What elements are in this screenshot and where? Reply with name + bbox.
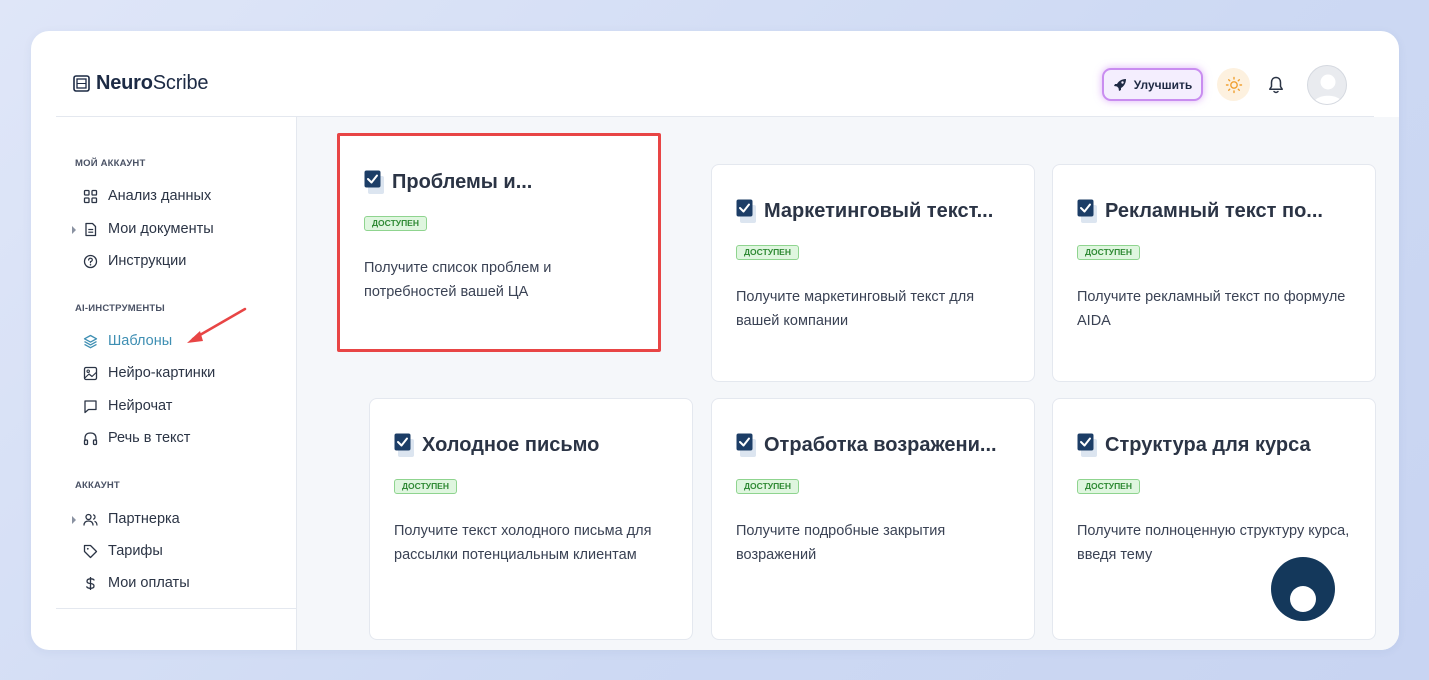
card-header: Рекламный текст по... xyxy=(1077,199,1323,224)
status-badge: ДОСТУПЕН xyxy=(736,245,799,260)
card-header: Структура для курса xyxy=(1077,433,1311,458)
sidebar-item-label: Мои документы xyxy=(108,221,214,237)
checklist-icon xyxy=(364,170,384,194)
logo-light: Scribe xyxy=(152,72,209,94)
status-badge: ДОСТУПЕН xyxy=(1077,479,1140,494)
card-title: Проблемы и... xyxy=(392,171,533,193)
status-badge: ДОСТУПЕН xyxy=(736,479,799,494)
card-title: Холодное письмо xyxy=(422,434,600,456)
dollar-icon xyxy=(86,576,95,590)
template-card[interactable]: Рекламный текст по... ДОСТУПЕН Получите … xyxy=(1052,164,1376,382)
grid-icon xyxy=(83,189,98,203)
checklist-icon xyxy=(1077,433,1097,457)
card-header: Проблемы и... xyxy=(364,170,532,195)
bell-icon[interactable] xyxy=(1266,75,1286,95)
sidebar-item-speech-to-text[interactable]: Речь в текст xyxy=(83,427,190,449)
sidebar-item-partners[interactable]: Партнерка xyxy=(83,508,180,530)
sidebar-item-label: Нейрочат xyxy=(108,398,173,414)
checklist-icon xyxy=(736,433,756,457)
status-badge: ДОСТУПЕН xyxy=(394,479,457,494)
sidebar-item-label: Инструкции xyxy=(108,253,187,269)
rocket-icon xyxy=(1113,78,1126,91)
sidebar-item-label: Партнерка xyxy=(108,511,180,527)
sidebar-section-title: МОЙ АККАУНТ xyxy=(75,158,146,169)
status-badge: ДОСТУПЕН xyxy=(1077,245,1140,260)
sidebar-item-label: Мои оплаты xyxy=(108,575,190,591)
card-description: Получите рекламный текст по формуле AIDA xyxy=(1077,289,1346,329)
logo-text: NeuroScribe xyxy=(96,72,208,95)
status-badge: ДОСТУПЕН xyxy=(364,216,427,231)
card-description: Получите маркетинговый текст для вашей к… xyxy=(736,289,975,329)
sidebar-section-title: АККАУНТ xyxy=(75,480,120,491)
sidebar-item-instructions[interactable]: Инструкции xyxy=(83,250,186,272)
template-card[interactable]: Проблемы и... ДОСТУПЕН Получите список п… xyxy=(337,133,661,352)
users-icon xyxy=(83,513,98,526)
template-card[interactable]: Отработка возражени... ДОСТУПЕН Получите… xyxy=(711,398,1035,640)
annotation-arrow-icon xyxy=(187,307,247,343)
card-title: Отработка возражени... xyxy=(764,434,997,456)
sidebar-item-my-documents[interactable]: Мои документы xyxy=(83,218,214,240)
upgrade-label: Улучшить xyxy=(1133,77,1193,92)
sidebar-item-label: Речь в текст xyxy=(108,430,191,446)
logo-bold: Neuro xyxy=(96,72,153,94)
sun-icon xyxy=(1225,76,1242,93)
sidebar-item-label: Анализ данных xyxy=(108,188,212,204)
card-header: Маркетинговый текст... xyxy=(736,199,993,224)
app-window: NeuroScribe Улучшить МОЙ АККАУНТ Анализ … xyxy=(31,31,1399,650)
card-description: Получите список проблем и потребностей в… xyxy=(364,260,552,300)
sidebar-item-neurochat[interactable]: Нейрочат xyxy=(83,395,172,417)
card-description: Получите подробные закрытия возражений xyxy=(736,523,946,563)
sidebar-bottom-divider xyxy=(56,608,297,609)
card-title: Структура для курса xyxy=(1105,434,1311,456)
upgrade-button[interactable]: Улучшить xyxy=(1102,68,1203,101)
template-card[interactable]: Маркетинговый текст... ДОСТУПЕН Получите… xyxy=(711,164,1035,382)
templates-grid: Проблемы и... ДОСТУПЕН Получите список п… xyxy=(297,117,1399,650)
sidebar-item-label: Шаблоны xyxy=(108,333,173,349)
support-chat-button[interactable] xyxy=(1271,557,1335,621)
question-icon xyxy=(83,254,98,268)
headphones-icon xyxy=(83,431,98,445)
tag-icon xyxy=(83,544,98,558)
layers-icon xyxy=(83,334,98,348)
card-title: Рекламный текст по... xyxy=(1105,200,1323,222)
avatar-placeholder-icon xyxy=(1313,74,1343,104)
sidebar-item-templates[interactable]: Шаблоны xyxy=(83,330,172,352)
checklist-icon xyxy=(1077,199,1097,223)
expand-caret-icon[interactable] xyxy=(72,226,76,234)
logo-icon xyxy=(73,75,90,92)
sidebar-section-title: AI-ИНСТРУМЕНТЫ xyxy=(75,303,165,314)
avatar[interactable] xyxy=(1307,65,1347,105)
checklist-icon xyxy=(394,433,414,457)
card-description: Получите текст холодного письма для расс… xyxy=(394,523,652,563)
card-header: Отработка возражени... xyxy=(736,433,997,458)
sidebar-item-label: Тарифы xyxy=(108,543,163,559)
checklist-icon xyxy=(736,199,756,223)
sidebar-item-neuro-images[interactable]: Нейро-картинки xyxy=(83,362,215,384)
expand-caret-icon[interactable] xyxy=(72,516,76,524)
sidebar-item-tariffs[interactable]: Тарифы xyxy=(83,540,163,562)
template-card[interactable]: Холодное письмо ДОСТУПЕН Получите текст … xyxy=(369,398,693,640)
chat-bubble-icon xyxy=(1290,586,1316,612)
app-logo[interactable]: NeuroScribe xyxy=(73,72,208,95)
document-icon xyxy=(85,222,97,236)
image-icon xyxy=(83,366,98,380)
top-header: NeuroScribe Улучшить xyxy=(31,31,1399,117)
sidebar-item-label: Нейро-картинки xyxy=(108,365,216,381)
theme-toggle[interactable] xyxy=(1217,68,1250,101)
sidebar-item-data-analysis[interactable]: Анализ данных xyxy=(83,185,211,207)
card-title: Маркетинговый текст... xyxy=(764,200,994,222)
chat-icon xyxy=(84,399,97,413)
card-header: Холодное письмо xyxy=(394,433,599,458)
sidebar-item-my-payments[interactable]: Мои оплаты xyxy=(83,572,190,594)
